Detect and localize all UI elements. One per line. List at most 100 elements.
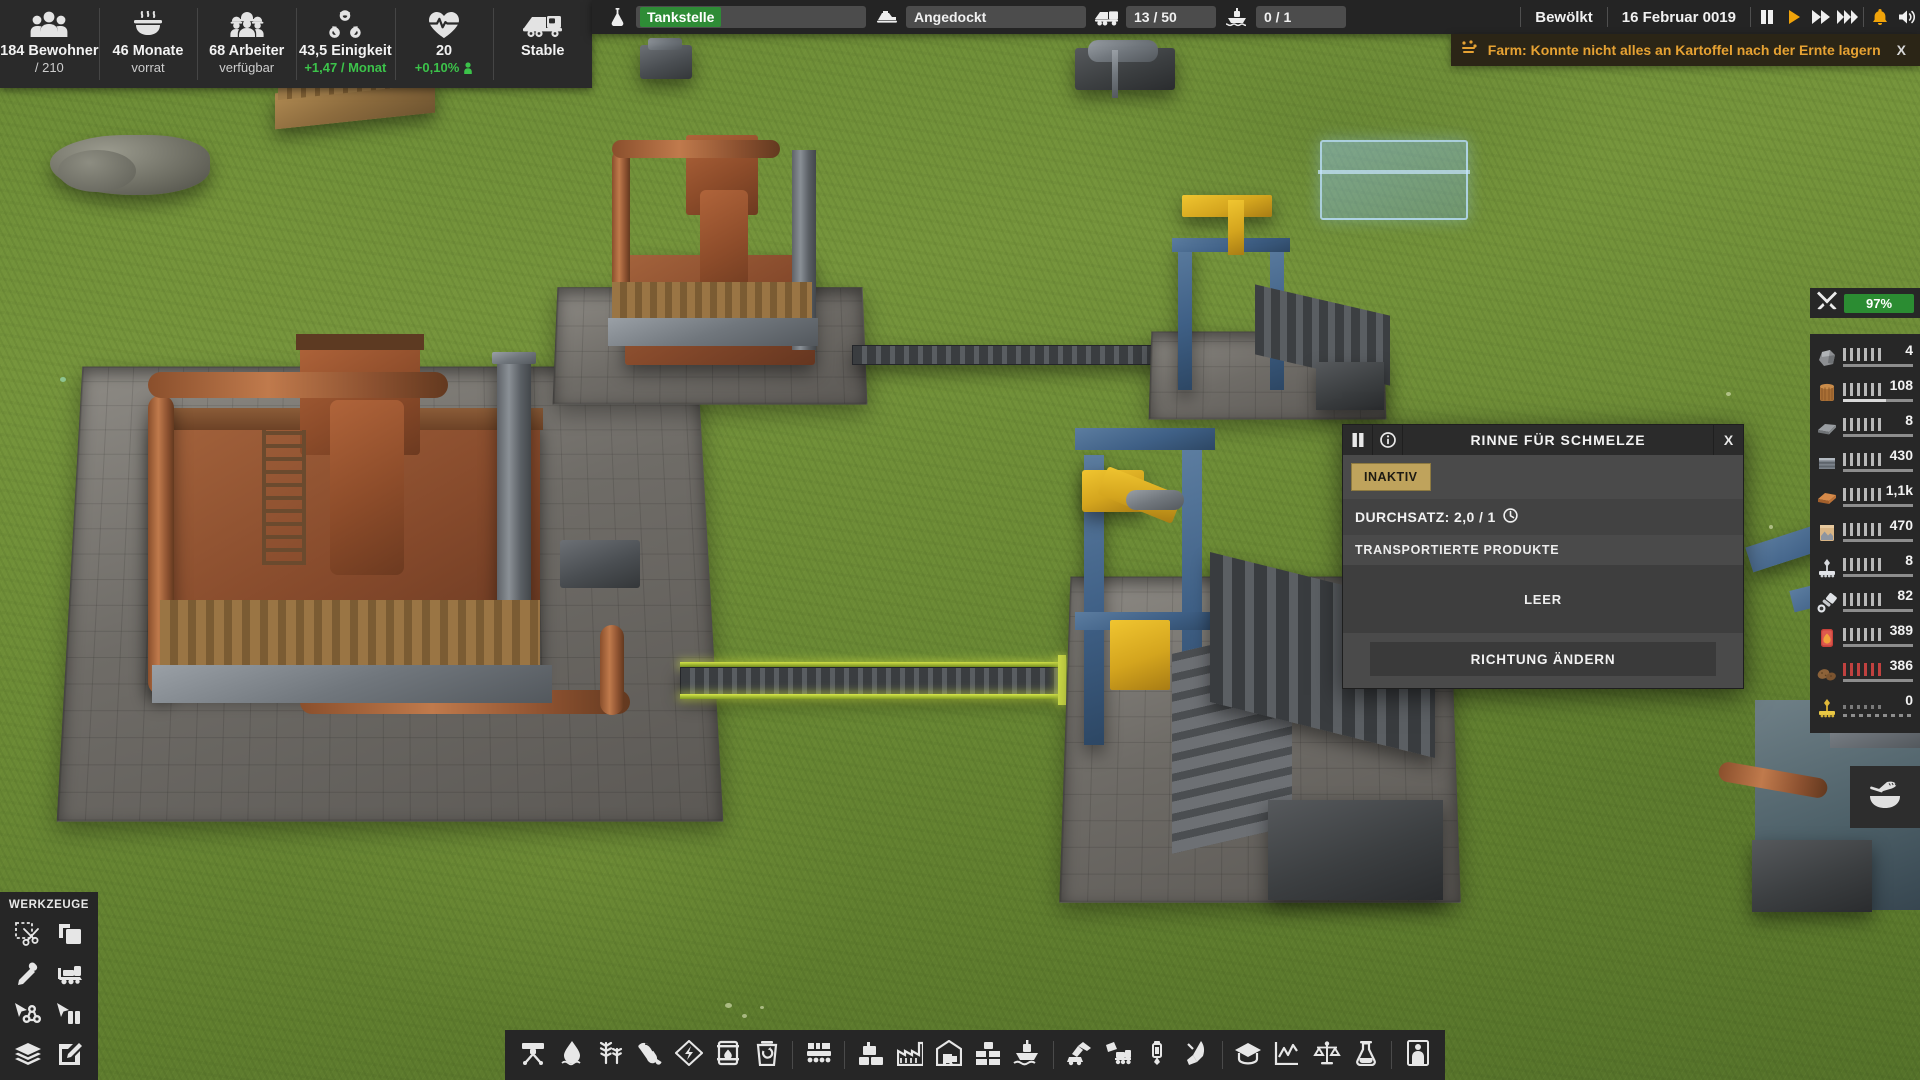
resource-row[interactable]: 8 <box>1810 410 1920 445</box>
throughput-label: DURCHSATZ: 2,0 / 1 <box>1355 509 1496 525</box>
oil-barrel-icon <box>716 1040 740 1071</box>
dock-status-field[interactable]: Angedockt <box>906 6 1086 28</box>
scales-icon <box>1312 1040 1341 1070</box>
build-depot-button[interactable] <box>969 1034 1008 1076</box>
power-bolt-icon <box>674 1039 704 1071</box>
hud-stat-population[interactable]: 184 Bewohner / 210 <box>0 0 99 88</box>
very-fast-forward-button[interactable] <box>1834 0 1861 34</box>
info-icon[interactable] <box>1373 425 1403 455</box>
tool-cursor-unity-button[interactable] <box>8 997 48 1035</box>
build-factory-button[interactable] <box>890 1034 929 1076</box>
resource-row[interactable]: 430 <box>1810 445 1920 480</box>
machine-part-icon <box>1816 557 1838 579</box>
hud-stat-sub: +1,47 / Monat <box>304 60 387 75</box>
flower-speck <box>1769 525 1773 529</box>
hud-stat-health[interactable]: 20 +0,10% <box>394 0 494 88</box>
build-hand-button[interactable] <box>630 1034 669 1076</box>
hud-stat-workers[interactable]: 68 Arbeiter verfügbar <box>197 0 296 88</box>
play-button[interactable] <box>1780 0 1807 34</box>
bell-icon[interactable] <box>1866 0 1893 34</box>
toolbar-separator <box>844 1041 846 1069</box>
resource-row[interactable]: 82 <box>1810 585 1920 620</box>
build-mining-truck-button[interactable] <box>1099 1034 1138 1076</box>
rocket-icon <box>1185 1040 1207 1071</box>
build-crane-button[interactable] <box>513 1034 552 1076</box>
ship-count-field[interactable]: 0 / 1 <box>1256 6 1346 28</box>
dialog-pause-button[interactable] <box>1343 425 1373 455</box>
menu-trade-button[interactable] <box>1307 1034 1346 1076</box>
tool-copy-button[interactable] <box>50 917 90 955</box>
build-drill-button[interactable] <box>1138 1034 1177 1076</box>
resource-status-field[interactable]: Tankstelle <box>636 6 866 28</box>
build-water-button[interactable] <box>552 1034 591 1076</box>
build-oil-barrel-button[interactable] <box>708 1034 747 1076</box>
resource-row[interactable]: 108 <box>1810 375 1920 410</box>
build-power-button[interactable] <box>669 1034 708 1076</box>
hud-stat-food[interactable]: 46 Monate vorrat <box>98 0 198 88</box>
build-rocket-button[interactable] <box>1177 1034 1216 1076</box>
resource-row[interactable]: 389 <box>1810 620 1920 655</box>
resource-row[interactable]: 470 <box>1810 515 1920 550</box>
tool-layers-button[interactable] <box>8 1037 48 1075</box>
menu-education-button[interactable] <box>1229 1034 1268 1076</box>
build-harbor-button[interactable] <box>1008 1034 1047 1076</box>
fast-forward-button[interactable] <box>1807 0 1834 34</box>
harbor-icon <box>1013 1039 1041 1071</box>
resource-value: 8 <box>1905 552 1913 568</box>
resource-value: 8 <box>1905 412 1913 428</box>
resource-row[interactable]: 386 <box>1810 655 1920 690</box>
truck-icon <box>522 7 564 43</box>
hud-stat-stability[interactable]: Stable <box>493 0 592 88</box>
tool-eyedropper-button[interactable] <box>8 957 48 995</box>
notification-close-button[interactable]: X <box>1897 42 1906 58</box>
resource-value: 386 <box>1889 657 1913 673</box>
resource-bar <box>1843 557 1913 579</box>
hud-stat-unity[interactable]: 43,5 Einigkeit +1,47 / Monat <box>296 0 395 88</box>
resource-row[interactable]: 1,1k <box>1810 480 1920 515</box>
hud-stat-value: 20 <box>435 43 453 59</box>
build-farm-button[interactable] <box>591 1034 630 1076</box>
workers-icon <box>228 7 266 43</box>
tool-cursor-pause-button[interactable] <box>50 997 90 1035</box>
build-residential-button[interactable] <box>851 1034 890 1076</box>
tool-bulldozer-button[interactable] <box>50 957 90 995</box>
flower-speck <box>1726 392 1731 396</box>
tool-edit-button[interactable] <box>50 1037 90 1075</box>
build-recycling-button[interactable] <box>747 1034 786 1076</box>
build-excavator-button[interactable] <box>1060 1034 1099 1076</box>
scissors-select-icon <box>15 921 41 951</box>
health-icon <box>427 7 461 43</box>
build-warehouse-button[interactable] <box>930 1034 969 1076</box>
factory-tower-cap <box>296 334 424 350</box>
tool-cut-button[interactable] <box>8 917 48 955</box>
pause-button[interactable] <box>1753 0 1780 34</box>
resource-bar <box>1843 347 1913 369</box>
resource-value: 0 <box>1905 692 1913 708</box>
menu-population-button[interactable] <box>1398 1034 1437 1076</box>
truck-icon <box>1092 9 1122 26</box>
resource-row[interactable]: 0 <box>1810 690 1920 725</box>
fuel-can-icon <box>1816 627 1838 649</box>
piston-icon <box>1816 592 1838 614</box>
food-panel-button[interactable] <box>1850 766 1920 828</box>
dialog-close-button[interactable]: X <box>1713 425 1743 455</box>
menu-research-button[interactable] <box>1346 1034 1385 1076</box>
dialog-footer: RICHTUNG ÄNDERN <box>1343 633 1743 688</box>
resource-list: 4 108 8 430 1,1k 470 8 82 389 386 0 <box>1810 334 1920 733</box>
menu-statistics-button[interactable] <box>1268 1034 1307 1076</box>
repair-status-bar[interactable]: 97% <box>1810 288 1920 318</box>
resource-row[interactable]: 4 <box>1810 340 1920 375</box>
potato-icon <box>1816 662 1838 684</box>
resource-bar <box>1843 697 1913 719</box>
person-stats-icon <box>1406 1039 1430 1071</box>
change-direction-button[interactable]: RICHTUNG ÄNDERN <box>1370 642 1716 676</box>
truck-count-field[interactable]: 13 / 50 <box>1126 6 1216 28</box>
build-conveyor-button[interactable] <box>799 1034 838 1076</box>
resource-row[interactable]: 8 <box>1810 550 1920 585</box>
speaker-icon[interactable] <box>1893 0 1920 34</box>
resource-bar <box>1843 417 1913 439</box>
crate-right <box>1752 840 1872 912</box>
status-badge[interactable]: INAKTIV <box>1351 463 1431 491</box>
building-info-dialog[interactable]: RINNE FÜR SCHMELZE X INAKTIV DURCHSATZ: … <box>1342 424 1744 689</box>
notification-banner[interactable]: Farm: Konnte nicht alles an Kartoffel na… <box>1450 34 1920 66</box>
